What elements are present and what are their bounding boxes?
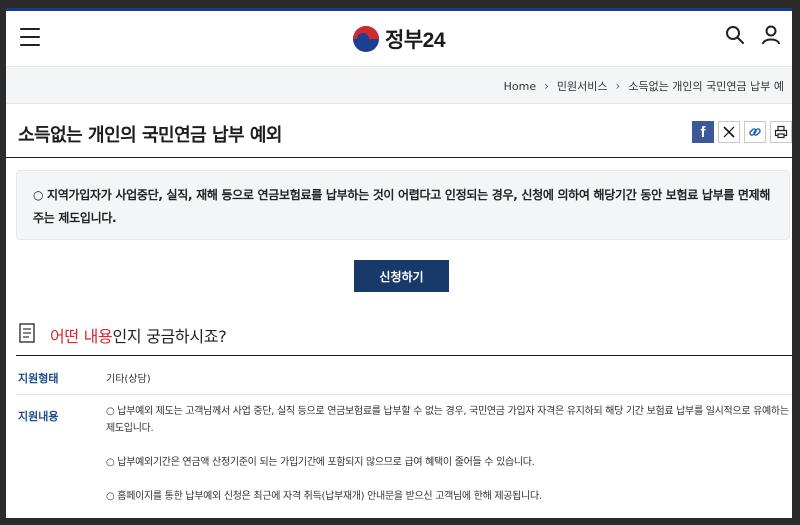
support-content-list: ○ 납부예외 제도는 고객님께서 사업 중단, 실직 등으로 연금보험료를 납부…	[106, 403, 792, 518]
facebook-icon: f	[700, 123, 706, 141]
apply-button[interactable]: 신청하기	[354, 260, 449, 292]
x-share-button[interactable]	[718, 121, 740, 143]
document-icon	[19, 323, 35, 343]
breadcrumb-civil-service[interactable]: 민원서비스	[557, 78, 608, 94]
support-content-label: 지원내용	[18, 410, 59, 423]
taegeuk-logo-icon	[353, 26, 379, 52]
list-item: ○ 납부예외 제도는 고객님께서 사업 중단, 실직 등으로 연금보험료를 납부…	[106, 406, 789, 434]
menu-button[interactable]	[20, 28, 40, 46]
hamburger-icon	[20, 28, 40, 30]
header-tools	[724, 24, 782, 46]
table-row: 지원형태 기타(상담)	[16, 357, 792, 395]
support-type-label: 지원형태	[18, 372, 59, 385]
chevron-right-icon: ›	[544, 79, 549, 93]
list-item: ○ 홈페이지를 통한 납부예외 신청은 최근에 자격 취득(납부재개) 안내문을…	[106, 491, 542, 502]
site-header: 정부24	[6, 11, 792, 67]
breadcrumb-current[interactable]: 소득없는 개인의 국민연금 납부 예	[628, 78, 784, 94]
site-logo[interactable]: 정부24	[353, 24, 446, 54]
user-icon	[762, 25, 780, 45]
search-icon	[726, 26, 744, 44]
browser-viewport: 정부24 Home › 민원서비스 › 소득없는 개인의 국민연금 납부 예 소…	[6, 8, 792, 518]
title-row: 소득없는 개인의 국민연금 납부 예외 f	[6, 108, 792, 158]
list-item: ○ 납부예외기간은 연금액 산정기준이 되는 가입기간에 포함되지 않으므로 급…	[106, 457, 535, 468]
user-button[interactable]	[760, 24, 782, 46]
chevron-right-icon: ›	[615, 79, 621, 93]
print-icon	[774, 125, 788, 139]
section-heading: 어떤 내용인지 궁금하시죠?	[16, 318, 792, 356]
page-title: 소득없는 개인의 국민연금 납부 예외	[18, 125, 282, 146]
section-title: 어떤 내용인지 궁금하시죠?	[50, 323, 227, 347]
x-icon	[723, 126, 735, 138]
link-icon	[749, 128, 761, 136]
brand-name: 정부24	[385, 29, 446, 52]
service-summary: ○ 지역가입자가 사업중단, 실직, 재해 등으로 연금보험료를 납부하는 것이…	[16, 170, 790, 240]
breadcrumb-home[interactable]: Home	[504, 80, 536, 93]
search-button[interactable]	[724, 24, 746, 46]
section-title-highlight: 어떤 내용	[50, 327, 113, 346]
table-row: 지원내용 ○ 납부예외 제도는 고객님께서 사업 중단, 실직 등으로 연금보험…	[16, 395, 792, 518]
facebook-share-button[interactable]: f	[692, 121, 714, 143]
copy-link-button[interactable]	[744, 121, 766, 143]
support-type-value: 기타(상담)	[106, 374, 151, 385]
section-title-rest: 인지 궁금하시죠?	[112, 327, 227, 346]
info-table: 지원형태 기타(상담) 지원내용 ○ 납부예외 제도는 고객님께서 사업 중단,…	[16, 357, 792, 518]
print-button[interactable]	[770, 121, 792, 143]
share-tools: f	[692, 121, 792, 143]
breadcrumb: Home › 민원서비스 › 소득없는 개인의 국민연금 납부 예	[6, 66, 792, 104]
